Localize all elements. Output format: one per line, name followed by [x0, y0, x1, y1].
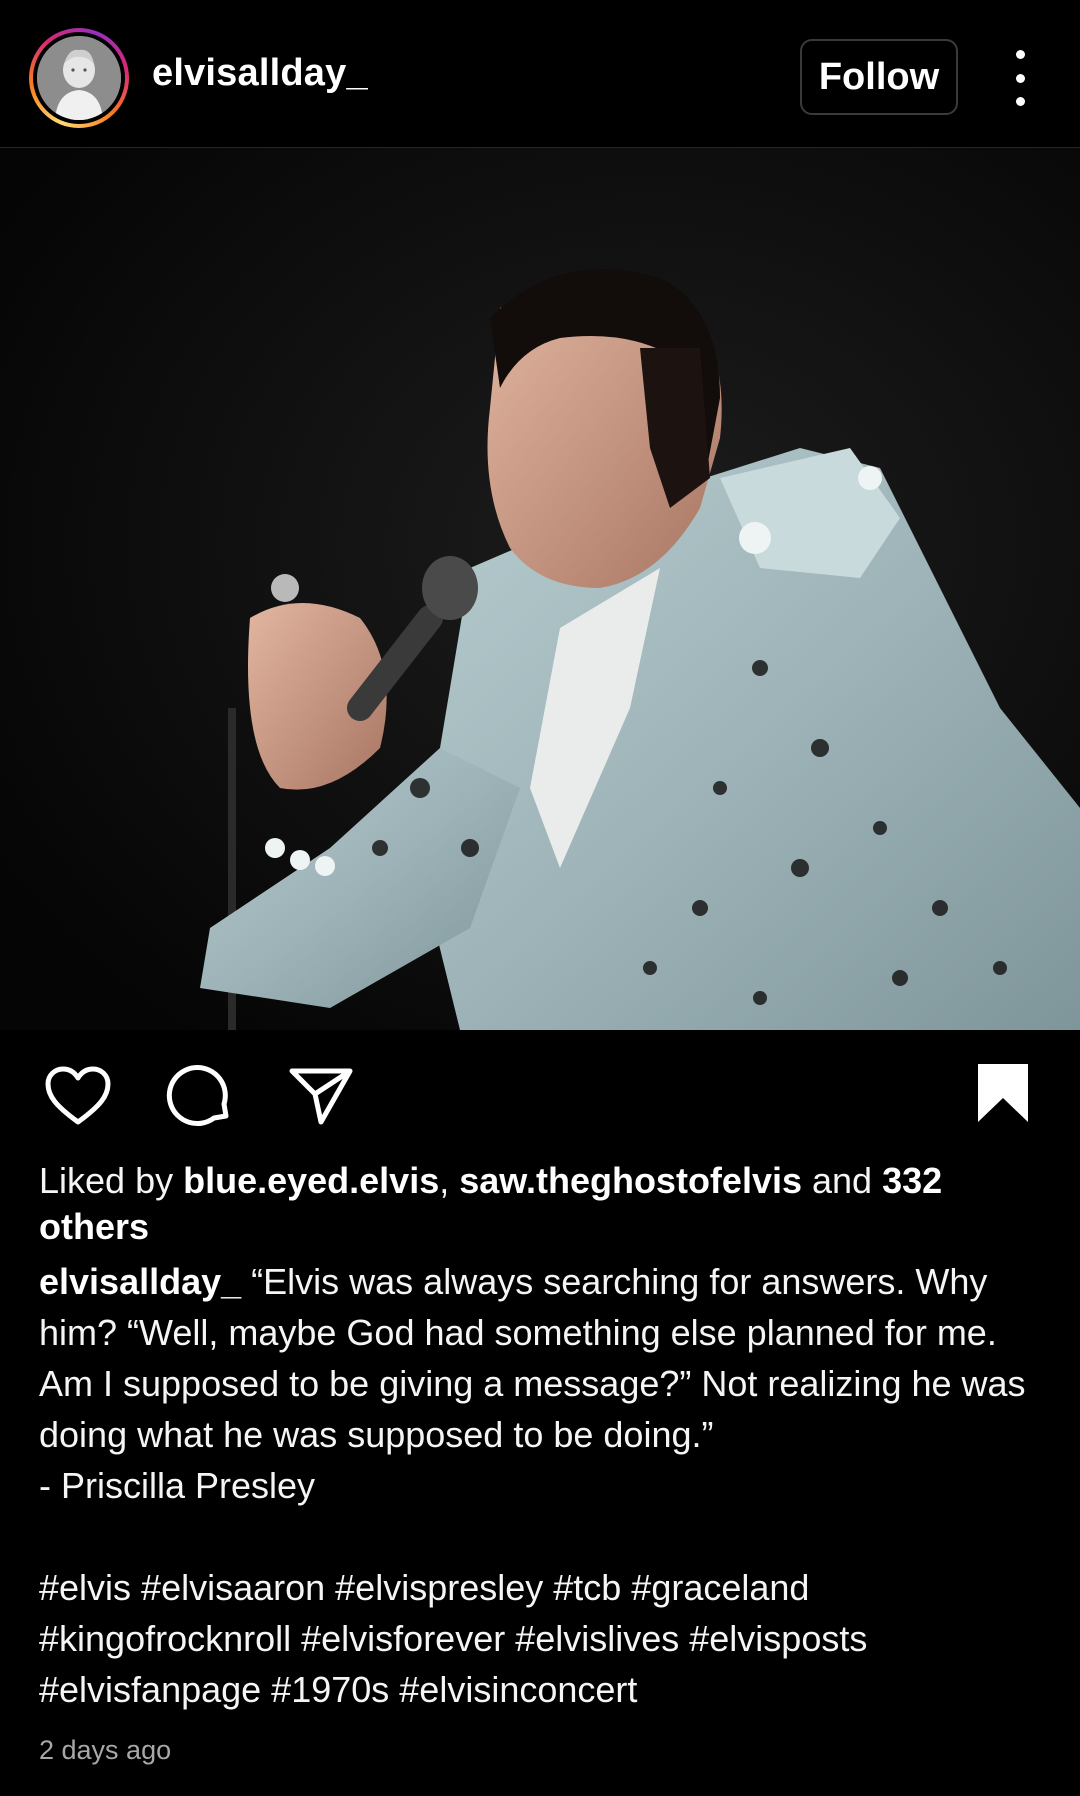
avatar[interactable]: [37, 36, 121, 120]
more-vertical-icon[interactable]: [1000, 50, 1040, 106]
post-caption: elvisallday_ “Elvis was always searching…: [39, 1256, 1049, 1511]
bookmark-icon[interactable]: [976, 1062, 1030, 1129]
send-icon[interactable]: [289, 1066, 353, 1131]
post-header: elvisallday_ Follow: [0, 0, 1080, 148]
caption-username[interactable]: elvisallday_: [39, 1261, 241, 1302]
liker-username[interactable]: blue.eyed.elvis: [183, 1160, 439, 1201]
likes-summary[interactable]: Liked by blue.eyed.elvis, saw.theghostof…: [39, 1158, 1049, 1250]
liker-username[interactable]: saw.theghostofelvis: [459, 1160, 802, 1201]
caption-hashtags[interactable]: #elvis #elvisaaron #elvispresley #tcb #g…: [39, 1562, 1049, 1715]
likes-conjunction: and: [802, 1160, 883, 1201]
comment-icon[interactable]: [166, 1064, 232, 1133]
likes-prefix: Liked by: [39, 1160, 184, 1201]
post-photo[interactable]: [0, 148, 1080, 1030]
story-ring[interactable]: [29, 28, 129, 128]
follow-button[interactable]: Follow: [800, 39, 958, 115]
post-timestamp: 2 days ago: [39, 1735, 172, 1765]
likes-separator: ,: [439, 1160, 460, 1201]
post-username[interactable]: elvisallday_: [152, 52, 368, 95]
post-actions: [0, 1052, 1080, 1138]
heart-icon[interactable]: [44, 1066, 112, 1131]
